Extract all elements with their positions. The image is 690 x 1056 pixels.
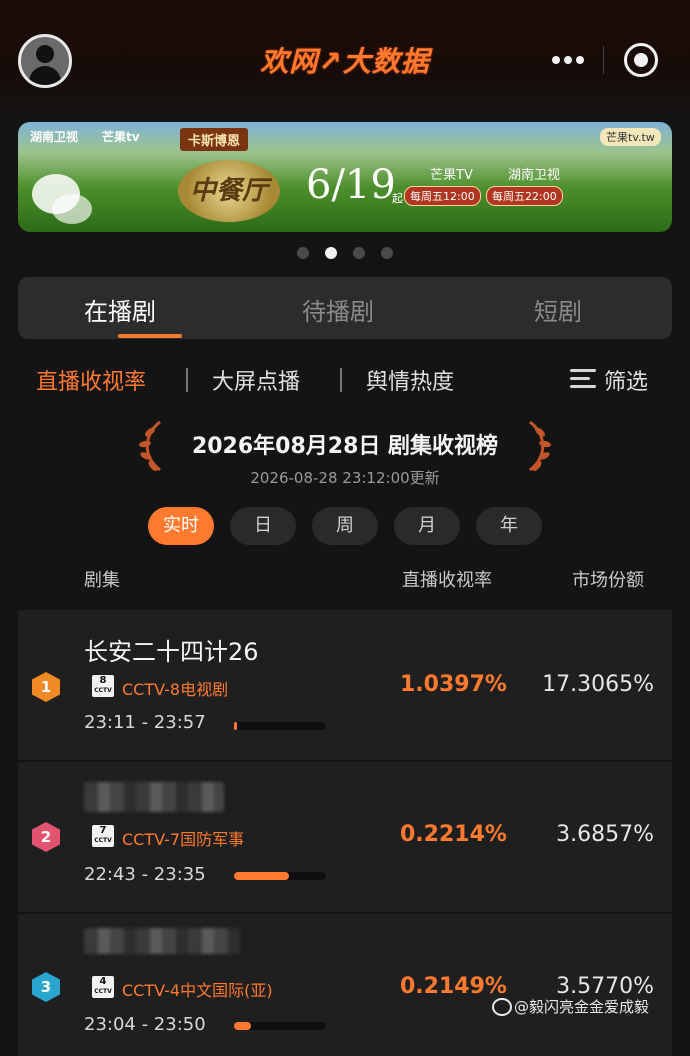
live-rating: 1.0397% <box>400 672 507 697</box>
tab-short-drama[interactable]: 短剧 <box>534 292 582 327</box>
banner-date: 6/19 <box>306 162 396 208</box>
filter-list-icon[interactable] <box>570 368 596 390</box>
period-month[interactable]: 月 <box>394 507 460 545</box>
progress-fill <box>234 872 290 880</box>
period-day[interactable]: 日 <box>230 507 296 545</box>
time-slot: 23:11 - 23:57 <box>84 712 206 733</box>
banner-brand-hunan: 湖南卫视 <box>30 130 79 144</box>
show-name: 长安二十四计26 <box>84 638 259 666</box>
ranking-row[interactable]: 2 7 CCTV CCTV-7国防军事 0.2214% 3.6857% 22:43… <box>18 762 672 912</box>
blurred-show-name <box>84 782 224 812</box>
channel-logo-icon: 8 CCTV <box>92 675 114 697</box>
banner-channel-1: 芒果TV <box>430 168 473 183</box>
subtab-vod[interactable]: 大屏点播 <box>212 364 300 396</box>
banner-show-title: 中餐厅 <box>178 160 280 222</box>
period-selector: 实时 日 周 月 年 <box>0 507 690 545</box>
subtab-live-rating[interactable]: 直播收视率 <box>36 364 146 396</box>
rank-badge: 3 <box>32 972 60 1002</box>
channel-logo-icon: 7 CCTV <box>92 825 114 847</box>
banner-channel-2: 湖南卫视 <box>508 168 561 183</box>
banner-date-suffix: 起 <box>392 192 403 205</box>
carousel-dot-active[interactable] <box>325 247 337 259</box>
channel-name: CCTV-7国防军事 <box>122 830 245 849</box>
market-share: 3.6857% <box>556 822 654 847</box>
top-header: 欢网↗大数据 <box>0 0 690 120</box>
subtab-divider <box>186 368 188 392</box>
channel-name: CCTV-8电视剧 <box>122 680 229 699</box>
carousel-dot[interactable] <box>381 247 393 259</box>
target-close-icon[interactable] <box>624 43 658 77</box>
active-tab-indicator <box>118 334 182 338</box>
category-tabs: 在播剧 待播剧 短剧 <box>18 277 672 339</box>
rank-badge: 1 <box>32 672 60 702</box>
column-header-show: 剧集 <box>84 570 120 591</box>
period-year[interactable]: 年 <box>476 507 542 545</box>
period-week[interactable]: 周 <box>312 507 378 545</box>
laurel-right-icon <box>529 420 551 472</box>
banner-brand-mango: 芒果tv <box>102 130 140 144</box>
subtab-divider <box>340 368 342 392</box>
weibo-watermark: @毅闪亮金金爱成毅 <box>514 998 650 1016</box>
period-realtime[interactable]: 实时 <box>148 507 214 545</box>
channel-logo-icon: 4 CCTV <box>92 976 114 998</box>
header-divider <box>603 46 604 74</box>
progress-fill <box>234 1022 251 1030</box>
more-dots-icon[interactable] <box>546 48 590 72</box>
progress-fill <box>234 722 237 730</box>
live-rating: 0.2149% <box>400 974 507 999</box>
column-header-share[interactable]: 市场份额 <box>572 566 644 592</box>
ranking-row[interactable]: 1 长安二十四计26 8 CCTV CCTV-8电视剧 1.0397% 17.30… <box>18 610 672 760</box>
ranking-row[interactable]: 3 4 CCTV CCTV-4中文国际(亚) 0.2149% 3.5770% 23… <box>18 914 672 1056</box>
live-rating: 0.2214% <box>400 822 507 847</box>
column-header-rating[interactable]: 直播收视率 <box>402 566 492 592</box>
filter-button[interactable]: 筛选 <box>604 364 648 396</box>
ranking-updated-time: 2026-08-28 23:12:00更新 <box>250 469 440 487</box>
market-share: 17.3065% <box>542 672 654 697</box>
banner-ribbon: 卡斯博恩 <box>180 128 249 151</box>
banner-time-1: 每周五12:00 <box>404 186 481 206</box>
ranking-title: 2026年08月28日 剧集收视榜 <box>191 434 499 459</box>
channel-name: CCTV-4中文国际(亚) <box>122 981 273 1000</box>
progress-bar <box>234 722 326 730</box>
promo-banner[interactable]: 湖南卫视 芒果tv 卡斯博恩 中餐厅 6/19 起 芒果TV 每周五12:00 … <box>18 122 672 232</box>
weibo-icon <box>492 998 512 1016</box>
carousel-dot[interactable] <box>297 247 309 259</box>
carousel-dot[interactable] <box>353 247 365 259</box>
time-slot: 22:43 - 23:35 <box>84 864 206 885</box>
rank-badge: 2 <box>32 822 60 852</box>
blurred-show-name <box>84 928 240 954</box>
subtab-buzz[interactable]: 舆情热度 <box>366 364 454 396</box>
banner-brand-right: 芒果tv.tw <box>600 128 661 146</box>
time-slot: 23:04 - 23:50 <box>84 1014 206 1035</box>
metric-tabs: 直播收视率 大屏点播 舆情热度 筛选 <box>0 360 690 400</box>
tab-airing[interactable]: 在播剧 <box>84 292 156 327</box>
progress-bar <box>234 872 326 880</box>
progress-bar <box>234 1022 326 1030</box>
tab-upcoming[interactable]: 待播剧 <box>302 292 374 327</box>
banner-time-2: 每周五22:00 <box>486 186 563 206</box>
